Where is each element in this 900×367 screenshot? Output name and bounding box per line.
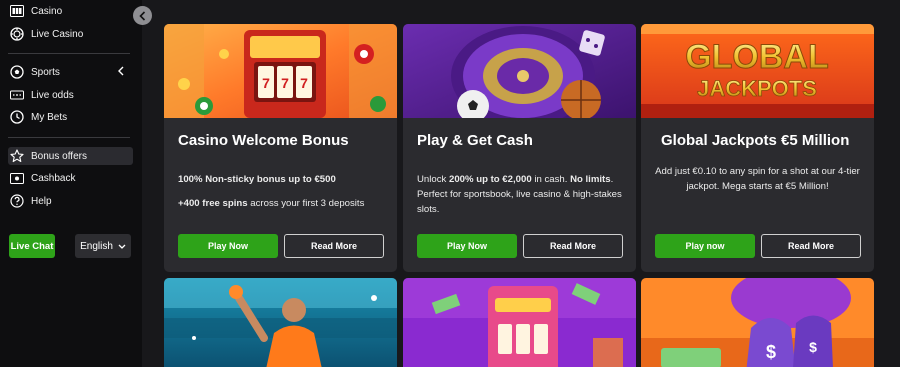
card-highlight: No limits [570, 174, 611, 185]
promo-card-sports [164, 278, 397, 367]
card-highlight: 100% Non-sticky bonus up to €500 [178, 174, 336, 185]
card-text: Unlock [417, 174, 449, 185]
sidebar-divider [8, 53, 130, 54]
svg-text:$: $ [809, 339, 817, 355]
sidebar-item-label: My Bets [31, 111, 68, 123]
card-description: Unlock 200% up to €2,000 in cash. No lim… [417, 172, 627, 217]
play-now-button[interactable]: Play Now [417, 234, 517, 258]
chevron-left-icon[interactable] [116, 64, 126, 78]
promo-image-money-bags: $ $ [641, 278, 874, 367]
read-more-button[interactable]: Read More [761, 234, 861, 258]
help-circle-icon [10, 194, 24, 208]
language-select[interactable]: English [75, 234, 131, 258]
live-chat-button[interactable]: Live Chat [9, 234, 55, 258]
promo-card-slots [403, 278, 636, 367]
chevron-down-icon [118, 244, 126, 249]
sidebar-item-bonus-offers[interactable]: Bonus offers [10, 146, 87, 166]
promo-card-global-jackpots: GLOBAL JACKPOTS Global Jackpots €5 Milli… [641, 24, 874, 272]
language-label: English [80, 240, 113, 252]
sidebar-item-cashback[interactable]: Cashback [10, 168, 75, 188]
sidebar-item-label: Help [31, 195, 52, 207]
promo-image-jackpots-banner: GLOBAL JACKPOTS [641, 24, 874, 118]
banner-title-line2: JACKPOTS [697, 76, 817, 101]
card-text: across your first 3 deposits [247, 198, 365, 209]
sidebar-item-label: Live Casino [31, 28, 84, 40]
sidebar-item-label: Sports [31, 66, 60, 78]
card-highlight: +400 free spins [178, 198, 248, 209]
promo-image-slot-machine-purple [403, 278, 636, 367]
card-highlight: 200% up to €2,000 [449, 174, 532, 185]
sidebar-item-live-casino[interactable]: Live Casino [10, 24, 83, 44]
chevron-left-icon [139, 10, 146, 21]
collapse-sidebar-button[interactable] [133, 6, 152, 25]
read-more-button[interactable]: Read More [284, 234, 384, 258]
svg-text:$: $ [766, 342, 776, 362]
sidebar-divider [8, 137, 130, 138]
sidebar-item-sports[interactable]: Sports [10, 62, 60, 82]
svg-text:7: 7 [281, 75, 289, 91]
play-now-button[interactable]: Play Now [178, 234, 278, 258]
slot-machine-icon [10, 5, 24, 17]
soccer-ball-icon [10, 65, 24, 79]
sidebar: Casino Live Casino Sports Live odds My B… [0, 0, 142, 367]
read-more-button[interactable]: Read More [523, 234, 623, 258]
sidebar-item-label: Live odds [31, 89, 74, 101]
star-icon [10, 149, 24, 163]
promo-card-casino-welcome: 7 7 7 Casino Welcome Bonus 100% Non-stic… [164, 24, 397, 272]
sidebar-item-label: Casino [31, 5, 63, 17]
sidebar-item-casino[interactable]: Casino [10, 1, 62, 21]
card-title: Play & Get Cash [417, 132, 533, 149]
card-description: 100% Non-sticky bonus up to €500 +400 fr… [178, 172, 388, 211]
svg-text:7: 7 [300, 75, 308, 91]
sidebar-item-live-odds[interactable]: Live odds [10, 85, 74, 105]
chip-icon [10, 27, 24, 41]
clock-icon [10, 110, 24, 124]
scoreboard-icon [10, 90, 24, 100]
sidebar-item-help[interactable]: Help [10, 191, 52, 211]
card-title: Casino Welcome Bonus [178, 132, 349, 149]
promo-image-slot-machine: 7 7 7 [164, 24, 397, 118]
sidebar-item-label: Bonus offers [31, 150, 87, 162]
card-description: Add just €0.10 to any spin for a shot at… [655, 166, 860, 192]
sidebar-item-label: Cashback [31, 172, 76, 184]
promo-card-cashback: $ $ [641, 278, 874, 367]
sidebar-item-my-bets[interactable]: My Bets [10, 107, 67, 127]
banner-title-line1: GLOBAL [685, 38, 829, 76]
promo-card-play-get-cash: Play & Get Cash Unlock 200% up to €2,000… [403, 24, 636, 272]
play-now-button[interactable]: Play now [655, 234, 755, 258]
promo-image-roulette [403, 24, 636, 118]
card-title: Global Jackpots €5 Million [661, 132, 850, 149]
promo-image-football-player [164, 278, 397, 367]
svg-text:7: 7 [262, 75, 270, 91]
card-text: in cash. [531, 174, 571, 185]
cash-icon [10, 172, 24, 184]
